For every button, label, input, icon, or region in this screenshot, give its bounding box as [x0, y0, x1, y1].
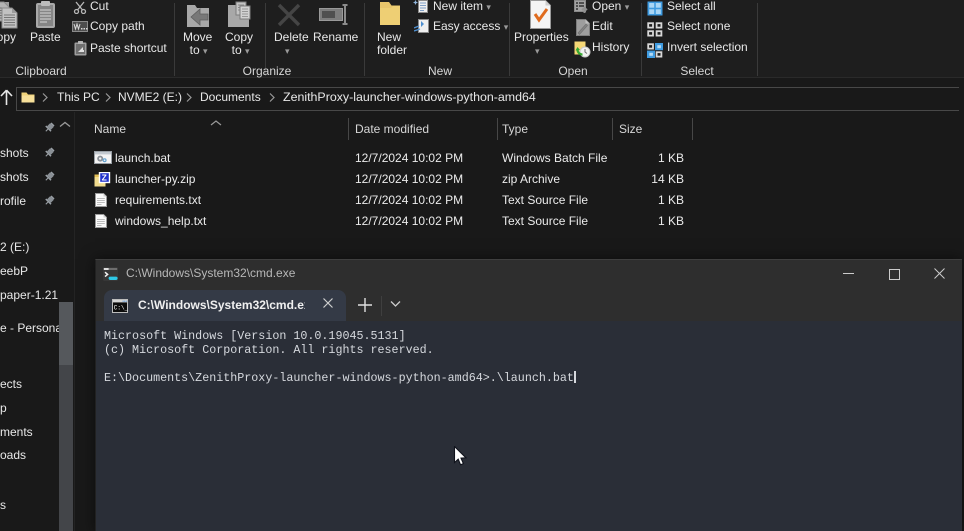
svg-text:Z: Z — [102, 173, 107, 183]
svg-text:C:\_: C:\_ — [114, 305, 128, 312]
